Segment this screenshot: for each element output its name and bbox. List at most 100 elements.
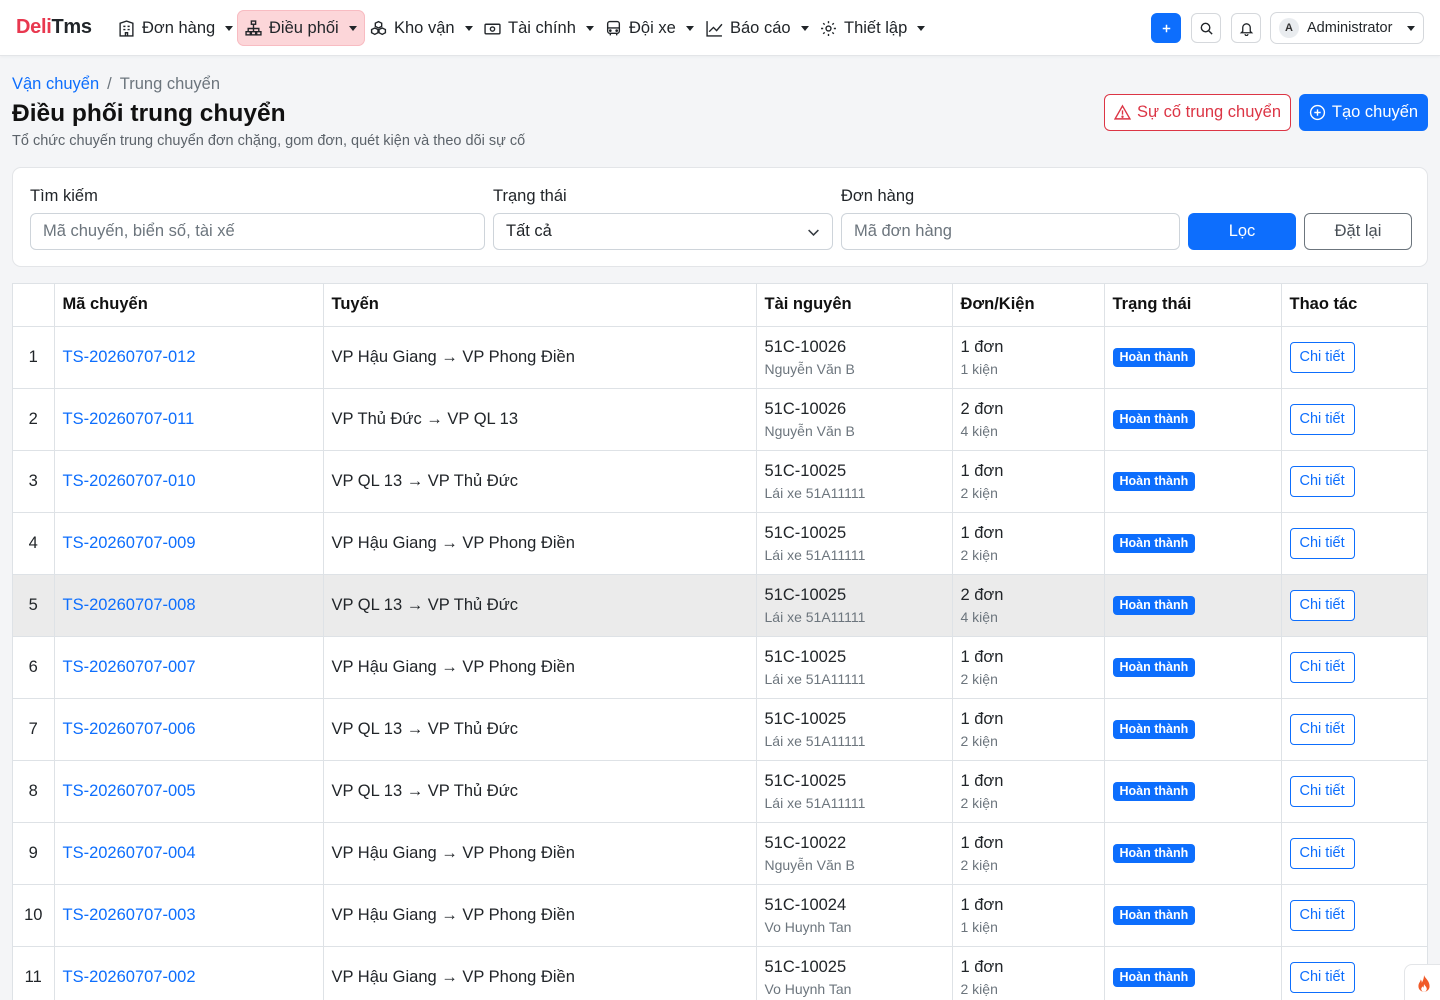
route-cell: VP Hậu Giang → VP Phong Điền bbox=[323, 326, 757, 389]
nav-don-hang[interactable]: Đơn hàng bbox=[110, 10, 241, 46]
detail-button[interactable]: Chi tiết bbox=[1289, 899, 1355, 931]
trip-code-link[interactable]: TS-20260707-005 bbox=[63, 782, 196, 800]
trip-code-cell: TS-20260707-004 bbox=[54, 822, 324, 885]
table-row: 1 TS-20260707-012 VP Hậu Giang → VP Phong … bbox=[13, 326, 1427, 389]
detail-button[interactable]: Chi tiết bbox=[1289, 713, 1355, 745]
incident-button-label: Sự cố trung chuyển bbox=[1136, 103, 1282, 121]
order-count: 1 đơn bbox=[960, 648, 1004, 666]
detail-button[interactable]: Chi tiết bbox=[1289, 403, 1355, 435]
hierarchy-icon bbox=[245, 19, 262, 36]
resource-cell: 51C-10026 Nguyễn Văn B bbox=[756, 326, 953, 389]
trip-code-link[interactable]: TS-20260707-002 bbox=[63, 968, 196, 986]
detail-button[interactable]: Chi tiết bbox=[1289, 589, 1355, 621]
resource-cell: 51C-10025 Lái xe 51A11111 bbox=[756, 636, 953, 699]
trip-code-link[interactable]: TS-20260707-010 bbox=[63, 472, 196, 490]
driver-name: Nguyễn Văn B bbox=[764, 423, 855, 439]
breadcrumb: Vận chuyển / Trung chuyển bbox=[12, 75, 220, 94]
route-cell: VP Hậu Giang → VP Phong Điền bbox=[323, 636, 757, 699]
column-header-route: Tuyến bbox=[323, 284, 757, 327]
route-cell: VP Hậu Giang → VP Phong Điền bbox=[323, 946, 757, 1000]
nav-thiet-lap[interactable]: Thiết lập bbox=[812, 10, 933, 46]
row-index: 10 bbox=[13, 884, 55, 947]
caret-down-icon bbox=[225, 25, 234, 31]
search-input[interactable] bbox=[30, 213, 485, 250]
filter-card: Tìm kiếm Trạng thái Tất cả Đơn hàng Lọc … bbox=[12, 167, 1428, 267]
row-index: 9 bbox=[13, 822, 55, 885]
status-cell: Hoàn thành bbox=[1104, 698, 1282, 761]
trips-table-container: Mã chuyến Tuyến Tài nguyên Đơn/Kiện Trạn… bbox=[12, 283, 1428, 1000]
actions-cell: Chi tiết bbox=[1281, 512, 1427, 575]
status-label: Trạng thái bbox=[493, 187, 567, 205]
user-menu[interactable]: A Administrator bbox=[1270, 12, 1424, 44]
status-badge: Hoàn thành bbox=[1112, 348, 1196, 367]
status-badge: Hoàn thành bbox=[1112, 658, 1196, 677]
order-input[interactable] bbox=[841, 213, 1180, 250]
row-index: 5 bbox=[13, 574, 55, 637]
trip-code-link[interactable]: TS-20260707-008 bbox=[63, 596, 196, 614]
detail-button[interactable]: Chi tiết bbox=[1289, 341, 1355, 373]
row-index: 7 bbox=[13, 698, 55, 761]
vehicle-plate: 51C-10025 bbox=[764, 586, 847, 604]
route-cell: VP Thủ Đức → VP QL 13 bbox=[323, 388, 757, 451]
nav-bao-cao[interactable]: Báo cáo bbox=[698, 10, 817, 46]
nav-dieu-phoi[interactable]: Điều phối bbox=[237, 10, 365, 46]
orders-cell: 1 đơn 1 kiện bbox=[952, 884, 1105, 947]
orders-cell: 1 đơn 2 kiện bbox=[952, 822, 1105, 885]
status-select[interactable]: Tất cả bbox=[493, 213, 833, 250]
detail-button[interactable]: Chi tiết bbox=[1289, 837, 1355, 869]
trip-code-link[interactable]: TS-20260707-011 bbox=[63, 410, 195, 428]
nav-label: Thiết lập bbox=[844, 18, 908, 37]
driver-name: Nguyễn Văn B bbox=[764, 857, 855, 873]
trip-code-link[interactable]: TS-20260707-003 bbox=[63, 906, 196, 924]
brand-logo[interactable]: DeliTms bbox=[16, 16, 92, 39]
status-cell: Hoàn thành bbox=[1104, 822, 1282, 885]
fire-icon bbox=[1418, 975, 1430, 992]
trip-code-cell: TS-20260707-009 bbox=[54, 512, 324, 575]
breadcrumb-parent[interactable]: Vận chuyển bbox=[12, 75, 99, 94]
reset-button[interactable]: Đặt lại bbox=[1304, 213, 1412, 250]
vehicle-plate: 51C-10025 bbox=[764, 462, 847, 480]
status-badge: Hoàn thành bbox=[1112, 410, 1196, 429]
order-count: 2 đơn bbox=[960, 400, 1004, 418]
table-row: 7 TS-20260707-006 VP QL 13 → VP Thủ Đức 51C… bbox=[13, 698, 1427, 761]
quick-add-button[interactable] bbox=[1151, 13, 1181, 43]
trip-code-link[interactable]: TS-20260707-009 bbox=[63, 534, 196, 552]
detail-button[interactable]: Chi tiết bbox=[1289, 775, 1355, 807]
nav-tai-chinh[interactable]: Tài chính bbox=[476, 10, 602, 46]
create-trip-button[interactable]: Tạo chuyến bbox=[1299, 94, 1428, 131]
search-button[interactable] bbox=[1191, 13, 1221, 43]
detail-button[interactable]: Chi tiết bbox=[1289, 465, 1355, 497]
trip-code-cell: TS-20260707-011 bbox=[54, 388, 324, 451]
filter-button[interactable]: Lọc bbox=[1188, 213, 1296, 250]
nav-kho-van[interactable]: Kho vận bbox=[362, 10, 481, 46]
detail-button[interactable]: Chi tiết bbox=[1289, 527, 1355, 559]
column-header-actions: Thao tác bbox=[1281, 284, 1427, 327]
incident-button[interactable]: Sự cố trung chuyển bbox=[1104, 94, 1291, 131]
nav-label: Điều phối bbox=[269, 18, 339, 37]
trip-code-link[interactable]: TS-20260707-006 bbox=[63, 720, 196, 738]
notifications-button[interactable] bbox=[1231, 13, 1261, 43]
row-index: 11 bbox=[13, 946, 55, 1000]
trip-code-link[interactable]: TS-20260707-004 bbox=[63, 844, 196, 862]
driver-name: Lái xe 51A11111 bbox=[764, 733, 866, 749]
bus-icon bbox=[606, 20, 621, 35]
vehicle-plate: 51C-10025 bbox=[764, 648, 847, 666]
orders-cell: 2 đơn 4 kiện bbox=[952, 574, 1105, 637]
debug-toolbar-button[interactable] bbox=[1404, 964, 1440, 1000]
detail-button[interactable]: Chi tiết bbox=[1289, 651, 1355, 683]
trip-code-link[interactable]: TS-20260707-007 bbox=[63, 658, 196, 676]
orders-cell: 1 đơn 2 kiện bbox=[952, 760, 1105, 823]
vehicle-plate: 51C-10025 bbox=[764, 524, 847, 542]
status-badge: Hoàn thành bbox=[1112, 472, 1196, 491]
orders-cell: 1 đơn 2 kiện bbox=[952, 450, 1105, 513]
table-row: 10 TS-20260707-003 VP Hậu Giang → VP Phong… bbox=[13, 884, 1427, 947]
avatar: A bbox=[1279, 18, 1299, 38]
detail-button[interactable]: Chi tiết bbox=[1289, 961, 1355, 993]
trip-code-link[interactable]: TS-20260707-012 bbox=[63, 348, 196, 366]
page-title: Điều phối trung chuyển bbox=[12, 100, 286, 127]
user-name: Administrator bbox=[1307, 20, 1393, 36]
orders-cell: 1 đơn 2 kiện bbox=[952, 512, 1105, 575]
caret-down-icon bbox=[1407, 25, 1415, 31]
nav-doi-xe[interactable]: Đội xe bbox=[597, 10, 702, 46]
vehicle-plate: 51C-10025 bbox=[764, 772, 847, 790]
